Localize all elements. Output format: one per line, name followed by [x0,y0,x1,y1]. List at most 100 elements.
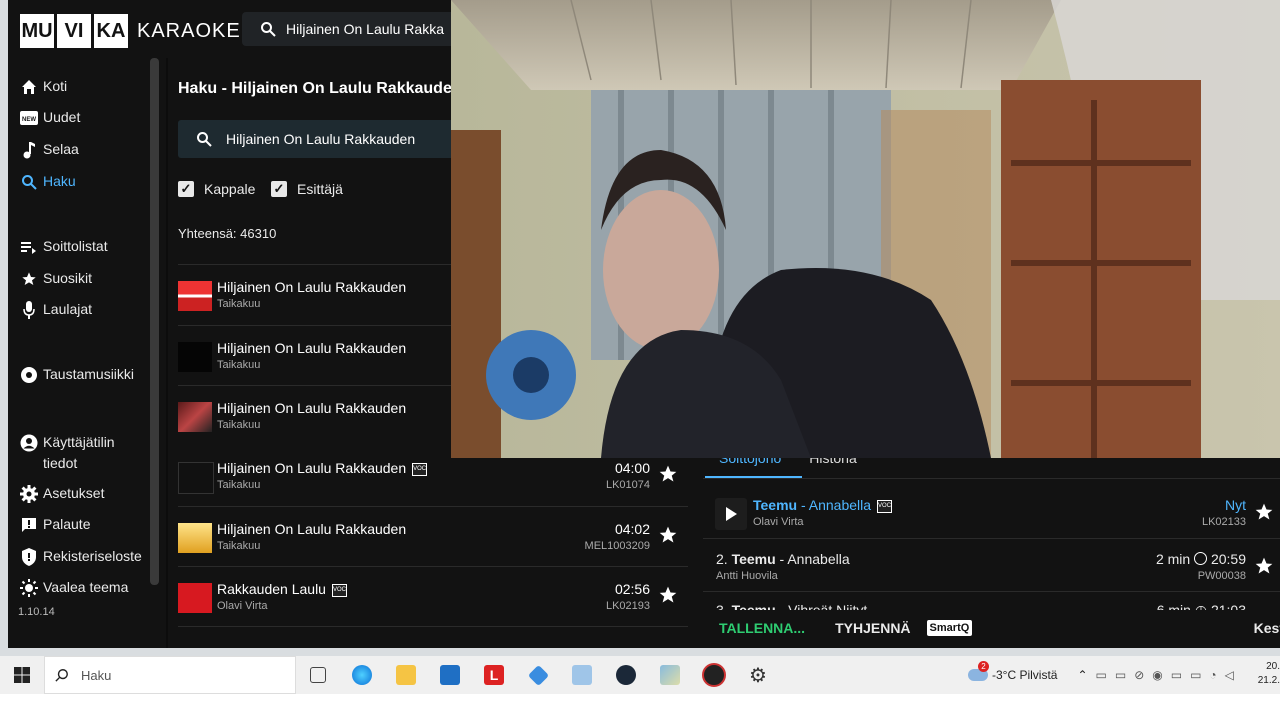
clear-button[interactable]: TYHJENNÄ [835,620,910,636]
voc-badge: VOC [412,463,428,476]
favorite-star-icon[interactable] [1254,502,1274,522]
file-explorer-icon[interactable] [384,656,428,694]
taskbar-search-input[interactable]: Haku [44,656,296,694]
song-artist: Taikakuu [217,419,261,431]
voc-badge: VOC [331,584,347,597]
top-search-value: Hiljainen On Laulu Rakka [286,21,444,37]
queue-panel: Soittojono Historia Teemu - Annabella VOC… [703,458,1280,648]
album-thumbnail [178,583,212,613]
sidebar-label: Soittolistat [43,238,108,254]
song-title: Rakkauden Laulu VOC [217,581,347,597]
sidebar-item-suosikit[interactable]: Suosikit [20,270,92,288]
sidebar-item-haku[interactable]: Haku [20,173,76,191]
sun-icon [20,579,38,597]
album-thumbnail [178,281,212,311]
notification-badge: 2 [978,661,989,672]
notepad-icon[interactable] [560,656,604,694]
windows-start-button[interactable] [0,656,44,694]
microphone-icon [20,301,38,319]
sidebar-item-rekisteriseloste[interactable]: Rekisteriseloste [20,548,142,566]
top-search-input[interactable]: Hiljainen On Laulu Rakka [242,12,451,46]
result-row[interactable]: Hiljainen On Laulu Rakkauden Taikakuu [178,325,451,386]
sidebar-item-koti[interactable]: Koti [20,78,67,96]
search-value: Hiljainen On Laulu Rakkauden [226,131,416,147]
album-thumbnail [178,462,214,494]
taskbar-search-placeholder: Haku [81,667,112,683]
sidebar-item-selaa[interactable]: Selaa [20,141,79,159]
sidebar-label: Haku [43,173,76,189]
queue-next-code: PW00038 [1197,570,1246,582]
favorite-star-icon[interactable] [658,525,678,545]
search-input[interactable]: Hiljainen On Laulu Rakkauden [178,120,451,158]
sidebar-label: Koti [43,78,68,94]
clock[interactable]: 20. 21.2. [1258,660,1280,688]
weather-icon[interactable]: 2 [968,661,989,681]
steam-icon[interactable] [604,656,648,694]
song-title: Hiljainen On Laulu Rakkauden [217,279,407,295]
sidebar-label: Suosikit [43,270,93,286]
obs-icon[interactable] [692,656,736,694]
song-code: LK01074 [605,479,650,491]
app-blue-icon[interactable] [516,656,560,694]
logo-letter-1: MU [20,14,54,48]
sidebar-label: Taustamusiikki [43,366,135,382]
sidebar-item-vaalea-teema[interactable]: Vaalea teema [20,579,128,597]
app-l-icon[interactable]: L [472,656,516,694]
tab-historia[interactable]: Historia [809,458,856,466]
task-view-icon[interactable] [296,656,340,694]
song-title: Hiljainen On Laulu Rakkauden [217,521,407,537]
song-duration: 02:56 [614,581,650,597]
smartq-button[interactable]: SmartQ [926,620,973,636]
gear-icon [20,485,38,503]
song-code: MEL1003209 [584,540,650,552]
logo[interactable]: MU VI KA KARAOKE [20,14,241,48]
queue-tabs: Soittojono Historia [719,458,885,466]
music-note-icon [20,141,38,159]
result-row[interactable]: Hiljainen On Laulu Rakkauden Taikakuu [178,385,451,446]
favorite-star-icon[interactable] [658,585,678,605]
queue-now-singer: Olavi Virta [753,516,804,528]
sidebar-item-uudet[interactable]: NEW Uudet [20,109,80,127]
song-artist: Taikakuu [217,479,261,491]
paint-icon[interactable] [648,656,692,694]
windows-logo-icon [14,667,30,683]
sidebar-item-kayttajatili[interactable]: Käyttäjätilin tiedot [20,432,140,474]
store-icon[interactable] [428,656,472,694]
result-row[interactable]: Hiljainen On Laulu Rakkauden Taikakuu 04… [178,506,688,567]
tab-divider [703,478,1280,479]
sidebar-item-asetukset[interactable]: Asetukset [20,485,104,503]
sidebar-item-laulajat[interactable]: Laulajat [20,301,92,319]
queue-now-status: Nyt [1225,497,1246,513]
sidebar-label: Palaute [43,516,91,532]
favorite-star-icon[interactable] [1254,556,1274,576]
filter-song-checkbox[interactable]: ✓ Kappale [178,181,255,197]
playlist-icon [20,238,38,256]
sidebar-item-taustamusiikki[interactable]: Taustamusiikki [20,366,134,384]
sidebar-item-soittolistat[interactable]: Soittolistat [20,238,108,256]
search-icon [55,669,68,682]
play-icon[interactable] [715,498,747,530]
tray-icons[interactable]: ▭▭⊘◉▭▭◔◁ [1096,668,1242,682]
search-icon [20,173,38,191]
save-button[interactable]: TALLENNA... [719,620,805,636]
filter-artist-checkbox[interactable]: ✓ Esittäjä [271,181,343,197]
album-thumbnail [178,523,212,553]
sidebar-label: Käyttäjätilin tiedot [43,434,115,471]
tab-soittojono[interactable]: Soittojono [719,458,781,466]
voc-badge: VOC [877,500,893,513]
version-label: 1.10.14 [18,606,55,616]
sidebar-scrollbar[interactable] [150,58,159,585]
gear-icon[interactable]: ⚙ [736,656,780,694]
queue-actions: TALLENNA... TYHJENNÄ SmartQ Kest [703,608,1280,648]
clock-date: 21.2. [1257,675,1280,686]
weather-text[interactable]: -3°C Pilvistä [992,668,1057,682]
svg-text:NEW: NEW [22,117,36,123]
sidebar-label: Uudet [43,109,81,125]
page-title: Haku - Hiljainen On Laulu Rakkauden [178,80,451,97]
result-row[interactable]: Hiljainen On Laulu Rakkauden Taikakuu [178,264,451,325]
result-row[interactable]: Rakkauden Laulu VOC Olavi Virta 02:56 LK0… [178,566,688,627]
chevron-up-icon[interactable]: ⌃ [1077,668,1087,682]
edge-icon[interactable] [340,656,384,694]
sidebar-item-palaute[interactable]: Palaute [20,516,90,534]
favorite-star-icon[interactable] [658,464,678,484]
